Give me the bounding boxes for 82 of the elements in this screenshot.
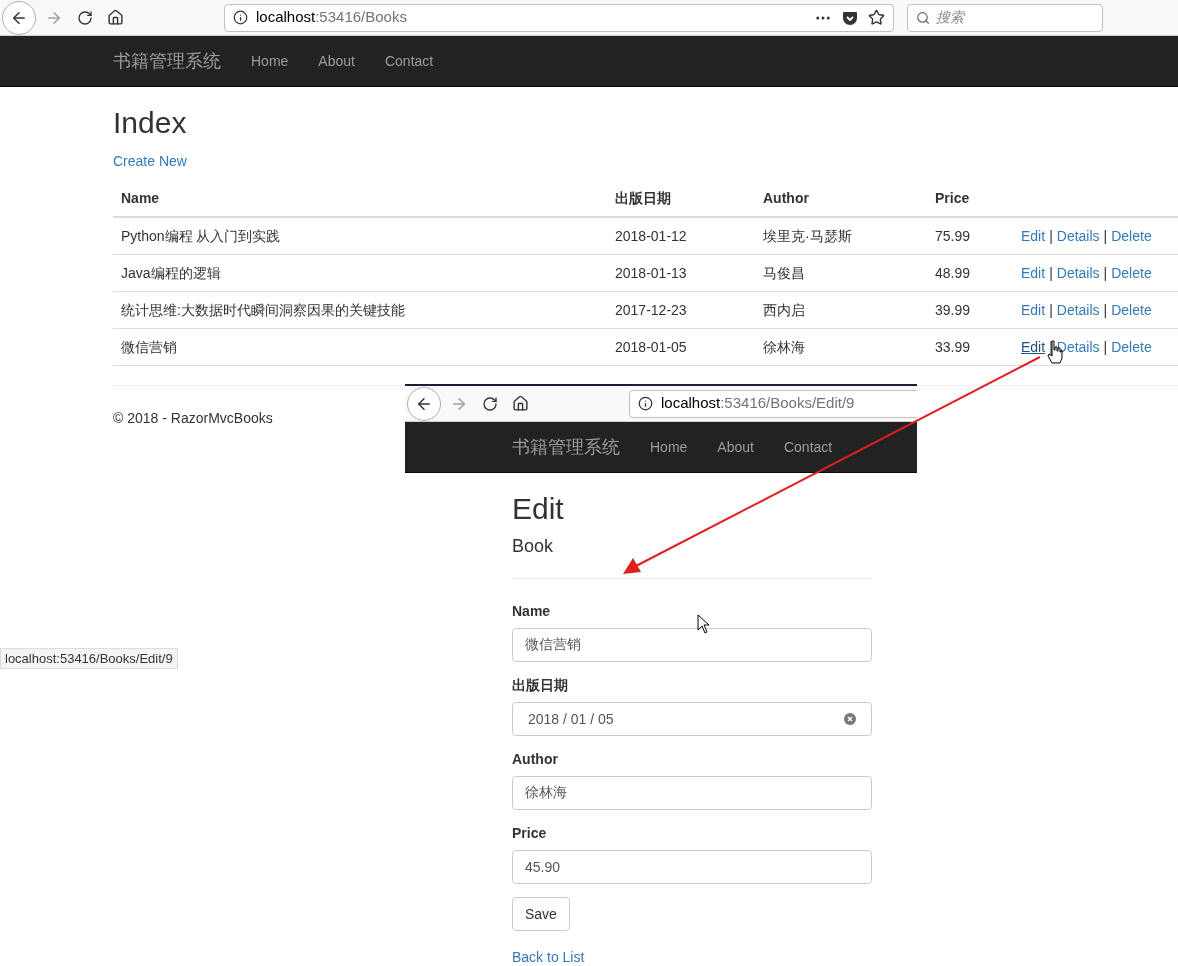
- separator-text: |: [1103, 300, 1108, 320]
- row-action-link[interactable]: Details: [1056, 262, 1100, 284]
- save-button[interactable]: Save: [512, 897, 570, 931]
- back-button[interactable]: [407, 386, 441, 421]
- field-label: Name: [512, 603, 551, 619]
- nav-link[interactable]: Contact: [768, 436, 848, 458]
- bookmark-star-icon[interactable]: [868, 9, 885, 26]
- url-text: localhost:53416/Books: [256, 7, 407, 28]
- reload-icon[interactable]: [77, 9, 93, 26]
- footer-text: © 2018 - RazorMvcBooks: [113, 409, 273, 428]
- info-icon[interactable]: [638, 396, 653, 411]
- edit-subtitle: Book: [512, 535, 554, 558]
- table-cell: 75.99: [935, 227, 971, 244]
- field-label: 出版日期: [512, 677, 568, 693]
- table-cell: 33.99: [935, 338, 971, 355]
- pocket-icon[interactable]: [842, 9, 858, 26]
- separator-text: |: [1049, 337, 1053, 357]
- separator-text: |: [1103, 263, 1108, 283]
- address-bar[interactable]: localhost:53416/Books: [224, 3, 894, 32]
- separator-text: |: [1049, 226, 1053, 246]
- home-icon[interactable]: [107, 9, 124, 26]
- separator-text: |: [1103, 226, 1108, 246]
- nav-link[interactable]: Contact: [369, 50, 449, 72]
- row-action-link[interactable]: Delete: [1111, 299, 1152, 321]
- table-cell: 马俊昌: [763, 264, 805, 281]
- row-action-link[interactable]: Edit: [1021, 262, 1046, 284]
- date-field[interactable]: 2018 / 01 / 05: [512, 702, 872, 736]
- row-action-link[interactable]: Edit: [1021, 299, 1046, 321]
- search-icon: [916, 9, 931, 26]
- row-action-link[interactable]: Details: [1056, 225, 1100, 247]
- table-cell: Python编程 从入门到实践: [121, 227, 281, 244]
- row-action-link[interactable]: Edit: [1021, 336, 1046, 358]
- separator-text: |: [1049, 300, 1053, 320]
- table-cell: 2018-01-13: [615, 264, 687, 281]
- brand-link[interactable]: 书籍管理系统: [113, 47, 221, 75]
- row-action-link[interactable]: Delete: [1111, 225, 1152, 247]
- search-input[interactable]: 搜索: [936, 7, 1094, 28]
- edit-title: Edit: [512, 491, 564, 527]
- column-header: Name: [121, 189, 160, 206]
- row-action-link[interactable]: Delete: [1111, 262, 1152, 284]
- column-header: Price: [935, 189, 970, 206]
- input-field[interactable]: 徐林海: [512, 776, 872, 810]
- nav-link[interactable]: Home: [635, 436, 703, 458]
- separator-text: |: [1049, 263, 1053, 283]
- nav-link[interactable]: Home: [236, 50, 304, 72]
- url-text: localhost:53416/Books/Edit/9: [661, 393, 855, 414]
- input-field[interactable]: 45.90: [512, 850, 872, 884]
- clear-icon[interactable]: [844, 713, 856, 725]
- row-action-link[interactable]: Details: [1056, 299, 1100, 321]
- table-cell: 48.99: [935, 264, 971, 281]
- table-cell: 西内启: [763, 301, 805, 318]
- input-field[interactable]: 微信营销: [512, 628, 872, 662]
- field-label: Price: [512, 825, 547, 841]
- table-cell: 徐林海: [763, 338, 805, 355]
- table-cell: 微信营销: [121, 338, 177, 355]
- address-bar[interactable]: localhost:53416/Books/Edit/9: [629, 389, 917, 418]
- back-button[interactable]: [2, 0, 36, 35]
- row-action-link[interactable]: Delete: [1111, 336, 1152, 358]
- create-new-link[interactable]: Create New: [113, 153, 187, 169]
- field-label: Author: [512, 751, 558, 767]
- info-icon[interactable]: [233, 10, 248, 25]
- table-cell: 埃里克·马瑟斯: [763, 227, 852, 244]
- table-cell: 2017-12-23: [615, 301, 687, 318]
- table-cell: 统计思维:大数据时代瞬间洞察因果的关键技能: [121, 301, 405, 318]
- column-header: 出版日期: [615, 189, 671, 206]
- home-icon[interactable]: [512, 395, 529, 412]
- reload-icon[interactable]: [482, 395, 498, 412]
- brand-link[interactable]: 书籍管理系统: [512, 433, 620, 461]
- pointer-cursor-icon: [697, 614, 710, 634]
- status-url-tooltip: localhost:53416/Books/Edit/9: [0, 648, 178, 669]
- page-title: Index: [113, 105, 187, 141]
- table-cell: 39.99: [935, 301, 971, 318]
- back-to-list-link[interactable]: Back to List: [512, 949, 585, 965]
- row-action-link[interactable]: Edit: [1021, 225, 1046, 247]
- nav-link[interactable]: About: [303, 50, 370, 72]
- search-field[interactable]: 搜索: [907, 3, 1103, 32]
- column-header: Author: [763, 189, 809, 206]
- nav-link[interactable]: About: [702, 436, 769, 458]
- table-cell: 2018-01-05: [615, 338, 687, 355]
- table-cell: 2018-01-12: [615, 227, 687, 244]
- separator-text: |: [1103, 337, 1108, 357]
- table-cell: Java编程的逻辑: [121, 264, 221, 281]
